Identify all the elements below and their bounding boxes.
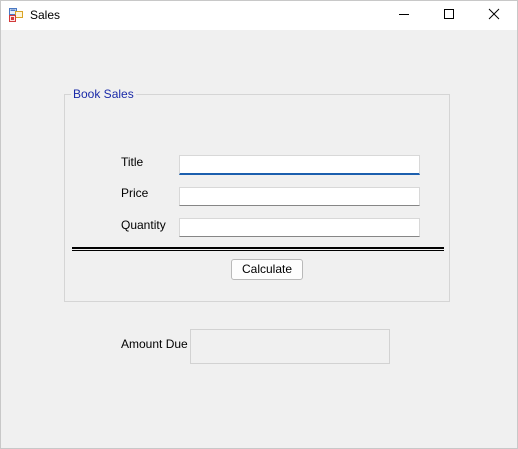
close-button[interactable] [471, 1, 517, 30]
close-icon [488, 7, 500, 25]
title-bar[interactable]: Sales [1, 1, 517, 30]
quantity-label: Quantity [121, 218, 166, 232]
amount-due-label: Amount Due [121, 337, 188, 351]
minimize-icon [398, 7, 410, 25]
price-label: Price [121, 186, 149, 200]
separator-line [72, 247, 444, 251]
maximize-button[interactable] [426, 1, 472, 30]
app-icon [9, 8, 23, 22]
sales-window: Sales Book Sales Title Price Quantity Ca… [0, 0, 518, 449]
amount-due-output [190, 329, 390, 364]
minimize-button[interactable] [381, 1, 427, 30]
window-title: Sales [30, 8, 61, 22]
groupbox-title: Book Sales [71, 87, 136, 101]
quantity-input[interactable] [179, 218, 420, 237]
maximize-icon [443, 7, 455, 25]
calculate-button[interactable]: Calculate [231, 259, 303, 280]
title-label: Title [121, 155, 144, 169]
price-input[interactable] [179, 187, 420, 206]
title-input[interactable] [179, 155, 420, 175]
